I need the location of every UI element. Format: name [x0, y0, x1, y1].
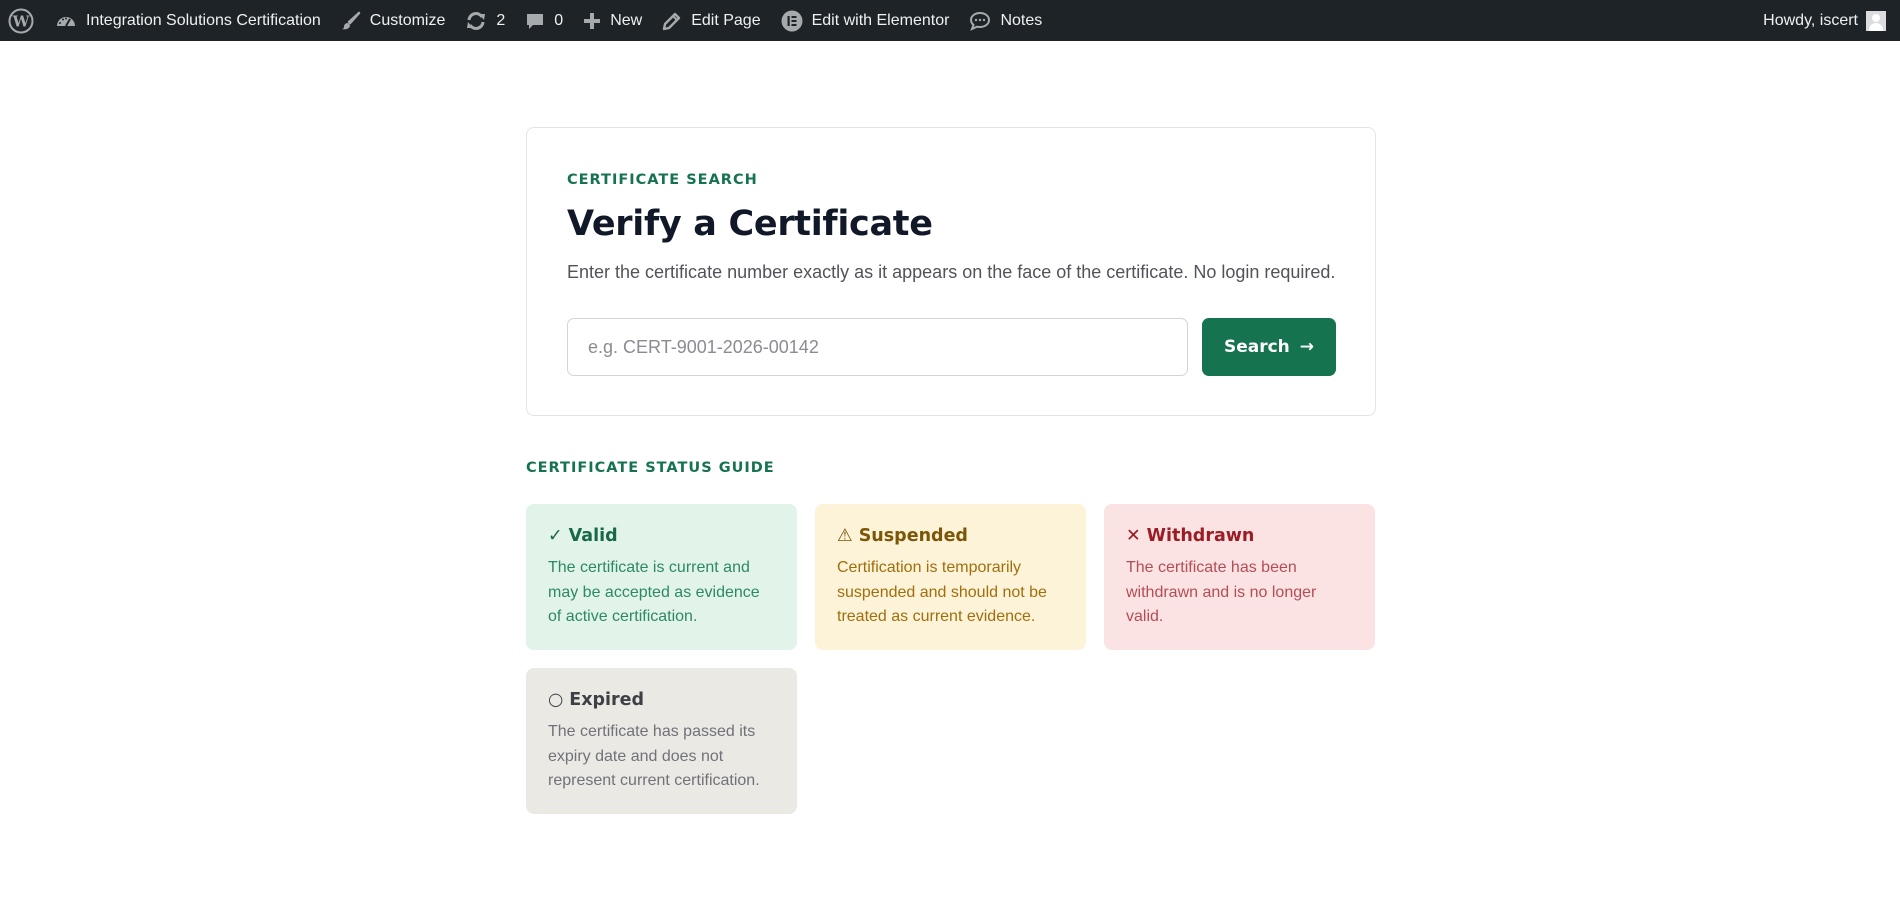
admin-bar-left: W Integration Solutions Certification Cu…: [0, 0, 1052, 41]
check-icon: ✓: [548, 526, 563, 546]
certificate-number-input[interactable]: [567, 318, 1188, 376]
my-account-menu[interactable]: Howdy, iscert: [1763, 10, 1886, 31]
site-name: Integration Solutions Certification: [86, 11, 321, 29]
site-name-menu[interactable]: Integration Solutions Certification: [45, 0, 331, 41]
avatar: [1866, 10, 1886, 31]
status-label: Valid: [568, 526, 618, 546]
notes-label: Notes: [1000, 11, 1043, 29]
status-label: Expired: [569, 690, 645, 710]
status-label: Suspended: [858, 526, 968, 546]
circle-icon: ○: [548, 690, 564, 710]
status-description: Certification is temporarily suspended a…: [837, 559, 1047, 625]
status-card-valid: ✓ Valid The certificate is current and m…: [526, 504, 797, 650]
search-button-label: Search: [1223, 337, 1290, 357]
new-label: New: [610, 11, 643, 29]
customize-link[interactable]: Customize: [331, 0, 456, 41]
comment-icon: [525, 11, 545, 31]
arrow-right-icon: →: [1299, 337, 1315, 357]
edit-page-link[interactable]: Edit Page: [652, 0, 770, 41]
elementor-icon: [781, 10, 803, 32]
edit-with-elementor-link[interactable]: Edit with Elementor: [771, 0, 960, 41]
admin-bar: W Integration Solutions Certification Cu…: [0, 0, 1900, 41]
status-description: The certificate is current and may be ac…: [548, 559, 760, 625]
status-heading: ○ Expired: [548, 690, 775, 710]
updates-icon: [465, 11, 487, 31]
status-card-suspended: ⚠ Suspended Certification is temporarily…: [815, 504, 1086, 650]
wordpress-logo-menu[interactable]: W: [0, 0, 45, 41]
page-title: Verify a Certificate: [567, 204, 933, 244]
speech-bubble-icon: [969, 11, 991, 31]
search-description: Enter the certificate number exactly as …: [567, 262, 1336, 282]
status-card-expired: ○ Expired The certificate has passed its…: [526, 668, 797, 814]
search-eyebrow: CERTIFICATE SEARCH: [567, 172, 758, 188]
updates-count: 2: [496, 11, 506, 29]
status-heading: ⚠ Suspended: [837, 526, 1064, 546]
customize-label: Customize: [369, 11, 446, 29]
comments-count: 0: [554, 11, 564, 29]
status-label: Withdrawn: [1146, 526, 1255, 546]
warning-icon: ⚠: [837, 526, 853, 546]
status-card-withdrawn: ✕ Withdrawn The certificate has been wit…: [1104, 504, 1375, 650]
notes-link[interactable]: Notes: [959, 0, 1052, 41]
wordpress-icon: W: [8, 8, 34, 34]
edit-with-elementor-label: Edit with Elementor: [811, 11, 950, 29]
admin-bar-right: Howdy, iscert: [1763, 0, 1900, 41]
status-description: The certificate has passed its expiry da…: [548, 723, 760, 789]
certificate-search-card: CERTIFICATE SEARCH Verify a Certificate …: [526, 127, 1376, 416]
status-description: The certificate has been withdrawn and i…: [1126, 559, 1317, 625]
svg-text:W: W: [12, 12, 31, 30]
howdy-label: Howdy, iscert: [1763, 11, 1858, 29]
comments-link[interactable]: 0: [515, 0, 573, 41]
status-heading: ✕ Withdrawn: [1126, 526, 1353, 546]
status-guide-title: CERTIFICATE STATUS GUIDE: [526, 460, 775, 476]
updates-link[interactable]: 2: [455, 0, 515, 41]
pencil-icon: [662, 11, 682, 31]
edit-page-label: Edit Page: [691, 11, 761, 29]
new-content-menu[interactable]: New: [573, 0, 652, 41]
search-button[interactable]: Search →: [1202, 318, 1336, 376]
paintbrush-icon: [341, 11, 361, 31]
cross-icon: ✕: [1126, 526, 1141, 546]
dashboard-icon: [55, 11, 77, 31]
plus-icon: [583, 12, 601, 30]
status-heading: ✓ Valid: [548, 526, 775, 546]
